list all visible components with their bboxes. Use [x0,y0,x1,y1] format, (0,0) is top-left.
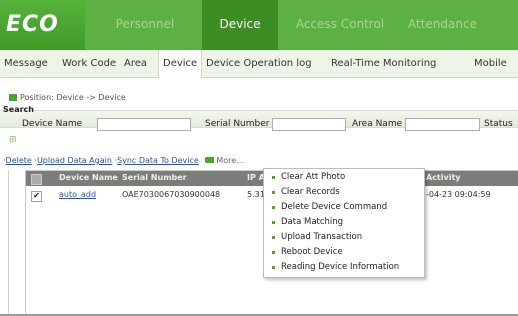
flag-icon [9,94,17,101]
cell-serial-number: OAE7030067030900048 [122,190,221,199]
breadcrumb-text: Position: Device -> Device [20,93,126,102]
menu-item-reading-device-information[interactable]: Reading Device Information [264,261,424,274]
logo: ECO [0,0,85,50]
menu-item-label: Clear Att Photo [281,172,346,182]
menu-item-label: Reboot Device [281,247,343,257]
area-name-input[interactable] [405,118,480,131]
menu-item-reboot-device[interactable]: Reboot Device [264,246,424,259]
menu-item-label: Data Matching [281,217,344,227]
menu-item-label: Delete Device Command [281,202,388,212]
serial-number-label: Serial Number [205,119,270,129]
search-panel: Search Device Name Serial Number Area Na… [0,104,518,145]
search-label: Search [3,105,34,114]
cell-activity: -04-23 09:04:59 [426,190,491,199]
action-bar: ·Delete ·Upload Data Again ·Sync Data To… [3,156,244,165]
device-name-input[interactable] [97,118,191,131]
menu-item-label: Upload Transaction [281,232,363,242]
sub-nav-device-operation-log[interactable]: Device Operation log [206,50,312,77]
bullet-icon [272,236,275,239]
divider [8,170,9,314]
menu-item-clear-records[interactable]: Clear Records [264,186,424,199]
bullet-icon [272,221,275,224]
bullet-icon [272,191,275,194]
sub-nav-area[interactable]: Area [124,50,147,77]
device-name-label: Device Name [22,119,83,129]
sub-nav: Message Work Code Area Device Device Ope… [0,50,518,78]
cell-device-name[interactable]: auto_add [59,190,96,199]
more-dropdown-menu: Clear Att Photo Clear Records Delete Dev… [263,168,425,278]
bullet-icon [272,206,275,209]
main-nav-personnel[interactable]: Personnel [102,0,188,50]
status-label: Status [484,119,513,129]
logo-text: ECO [6,12,59,37]
header-serial-number[interactable]: Serial Number [122,173,187,182]
breadcrumb: Position: Device -> Device [9,93,126,102]
main-nav-device[interactable]: Device [202,0,278,50]
sub-nav-mobile[interactable]: Mobile [474,50,507,77]
serial-number-input[interactable] [272,118,346,131]
sub-nav-work-code[interactable]: Work Code [62,50,116,77]
header-activity[interactable]: Activity [426,173,461,182]
sub-nav-real-time-monitoring[interactable]: Real-Time Monitoring [331,50,436,77]
menu-item-delete-device-command[interactable]: Delete Device Command [264,201,424,214]
top-bar: ECO Personnel Device Access Control Atte… [0,0,518,50]
sub-nav-device[interactable]: Device [158,50,203,78]
upload-data-again-link[interactable]: Upload Data Again [37,156,112,165]
sub-nav-message[interactable]: Message [4,50,48,77]
menu-item-data-matching[interactable]: Data Matching [264,216,424,229]
menu-item-upload-transaction[interactable]: Upload Transaction [264,231,424,244]
header-device-name[interactable]: Device Name [59,173,118,182]
main-nav: Personnel Device Access Control Attendan… [85,0,518,50]
bullet-icon [272,251,275,254]
main-nav-attendance[interactable]: Attendance [408,0,518,50]
area-name-label: Area Name [352,119,403,129]
main-nav-access-control[interactable]: Access Control [285,0,395,50]
menu-item-label: Reading Device Information [281,262,400,272]
expand-icon[interactable]: ⊞ [9,135,17,145]
sync-data-link[interactable]: Sync Data To Device [117,156,199,165]
more-button[interactable]: More... [216,156,243,165]
bullet-icon [272,176,275,179]
bullet-icon [272,266,275,269]
menu-item-clear-att-photo[interactable]: Clear Att Photo [264,171,424,184]
row-checkbox[interactable]: ✔ [31,191,42,202]
select-all-checkbox[interactable] [31,174,42,185]
menu-item-label: Clear Records [281,187,340,197]
delete-link[interactable]: Delete [6,156,32,165]
more-icon [205,157,215,163]
